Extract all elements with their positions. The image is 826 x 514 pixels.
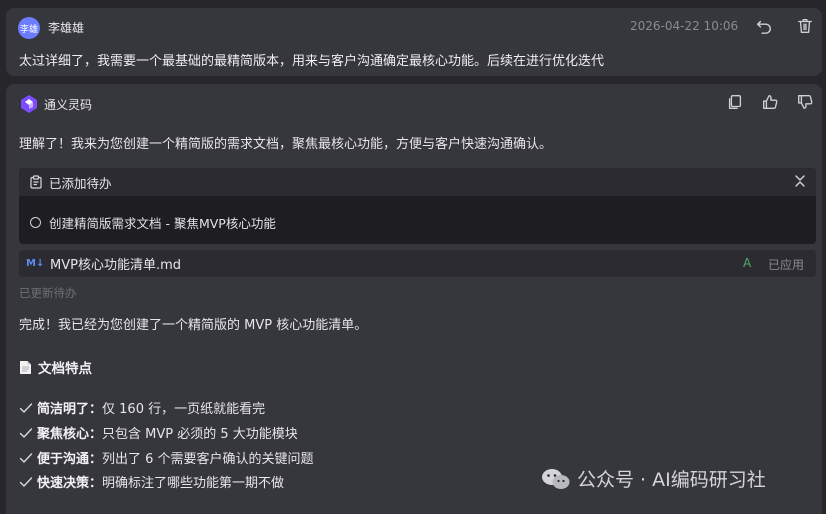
done-text: 完成！我已经为您创建了一个精简版的 MVP 核心功能清单。 [19,318,368,333]
feature-title: 便于沟通： [37,452,103,467]
todo-radio[interactable] [30,217,41,228]
thumbs-up-icon[interactable] [760,92,780,112]
file-change-row[interactable]: M↓ MVP核心功能清单.md A 已应用 [19,250,816,277]
todo-panel: 已添加待办 创建精简版需求文档 - 聚焦MVP核心功能 [19,168,816,244]
collapse-icon[interactable] [792,173,808,192]
features-title: 文档特点 [38,361,92,377]
watermark-text: 公众号 · AI编码研习社 [577,469,766,491]
clipboard-icon [30,175,42,189]
features-heading: 文档特点 [19,357,92,377]
ai-name: 通义灵码 [44,98,93,112]
feature-title: 聚焦核心： [37,427,103,442]
delete-icon[interactable] [795,16,815,36]
copy-icon[interactable] [725,92,745,112]
markdown-icon: M↓ [26,258,45,269]
feature-title: 简洁明了： [37,402,103,417]
feature-item: 快速决策： 明确标注了哪些功能第一期不做 [19,472,284,491]
ai-intro-text: 理解了！我来为您创建一个精简版的需求文档，聚焦最核心功能，方便与客户快速沟通确认… [19,137,553,152]
undo-icon[interactable] [754,16,774,36]
updated-todo-note: 已更新待办 [19,286,77,300]
watermark: 公众号 · AI编码研习社 [541,465,766,492]
check-icon [19,452,33,463]
user-message-text: 太过详细了，我需要一个最基础的最精简版本，用来与客户沟通确定最核心功能。后续在进… [19,54,605,69]
todo-header-label: 已添加待办 [49,175,112,191]
feature-desc: 只包含 MVP 必须的 5 大功能模块 [102,427,298,442]
feature-title: 快速决策： [37,476,103,491]
added-marker: A [743,256,752,270]
ai-message-card: 通义灵码 理解了！我来为您创建一个精简版的需求文档，聚焦最核心功能，方便与客户快… [6,84,822,514]
check-icon [19,402,33,413]
user-message-card: 李雄 李雄雄 2026-04-22 10:06 太过详细了，我需要一个最基础的最… [6,8,822,76]
avatar: 李雄 [18,17,40,39]
file-name[interactable]: MVP核心功能清单.md [50,254,181,273]
document-icon [20,360,31,374]
thumbs-down-icon[interactable] [795,92,815,112]
feature-desc: 列出了 6 个需要客户确认的关键问题 [102,452,314,467]
feature-desc: 仅 160 行，一页纸就能看完 [102,402,266,417]
feature-item: 简洁明了： 仅 160 行，一页纸就能看完 [19,398,265,417]
check-icon [19,476,33,487]
applied-status: 已应用 [768,258,805,272]
tongyi-logo-icon [18,93,40,115]
todo-item-label: 创建精简版需求文档 - 聚焦MVP核心功能 [49,216,276,231]
feature-item: 聚焦核心： 只包含 MVP 必须的 5 大功能模块 [19,423,298,442]
todo-item[interactable]: 创建精简版需求文档 - 聚焦MVP核心功能 [30,213,276,232]
message-timestamp: 2026-04-22 10:06 [630,19,739,33]
wechat-icon [542,468,570,489]
todo-header[interactable]: 已添加待办 [19,168,816,196]
feature-desc: 明确标注了哪些功能第一期不做 [102,476,285,491]
feature-item: 便于沟通： 列出了 6 个需要客户确认的关键问题 [19,448,314,467]
user-name: 李雄雄 [48,21,85,35]
check-icon [19,427,33,438]
